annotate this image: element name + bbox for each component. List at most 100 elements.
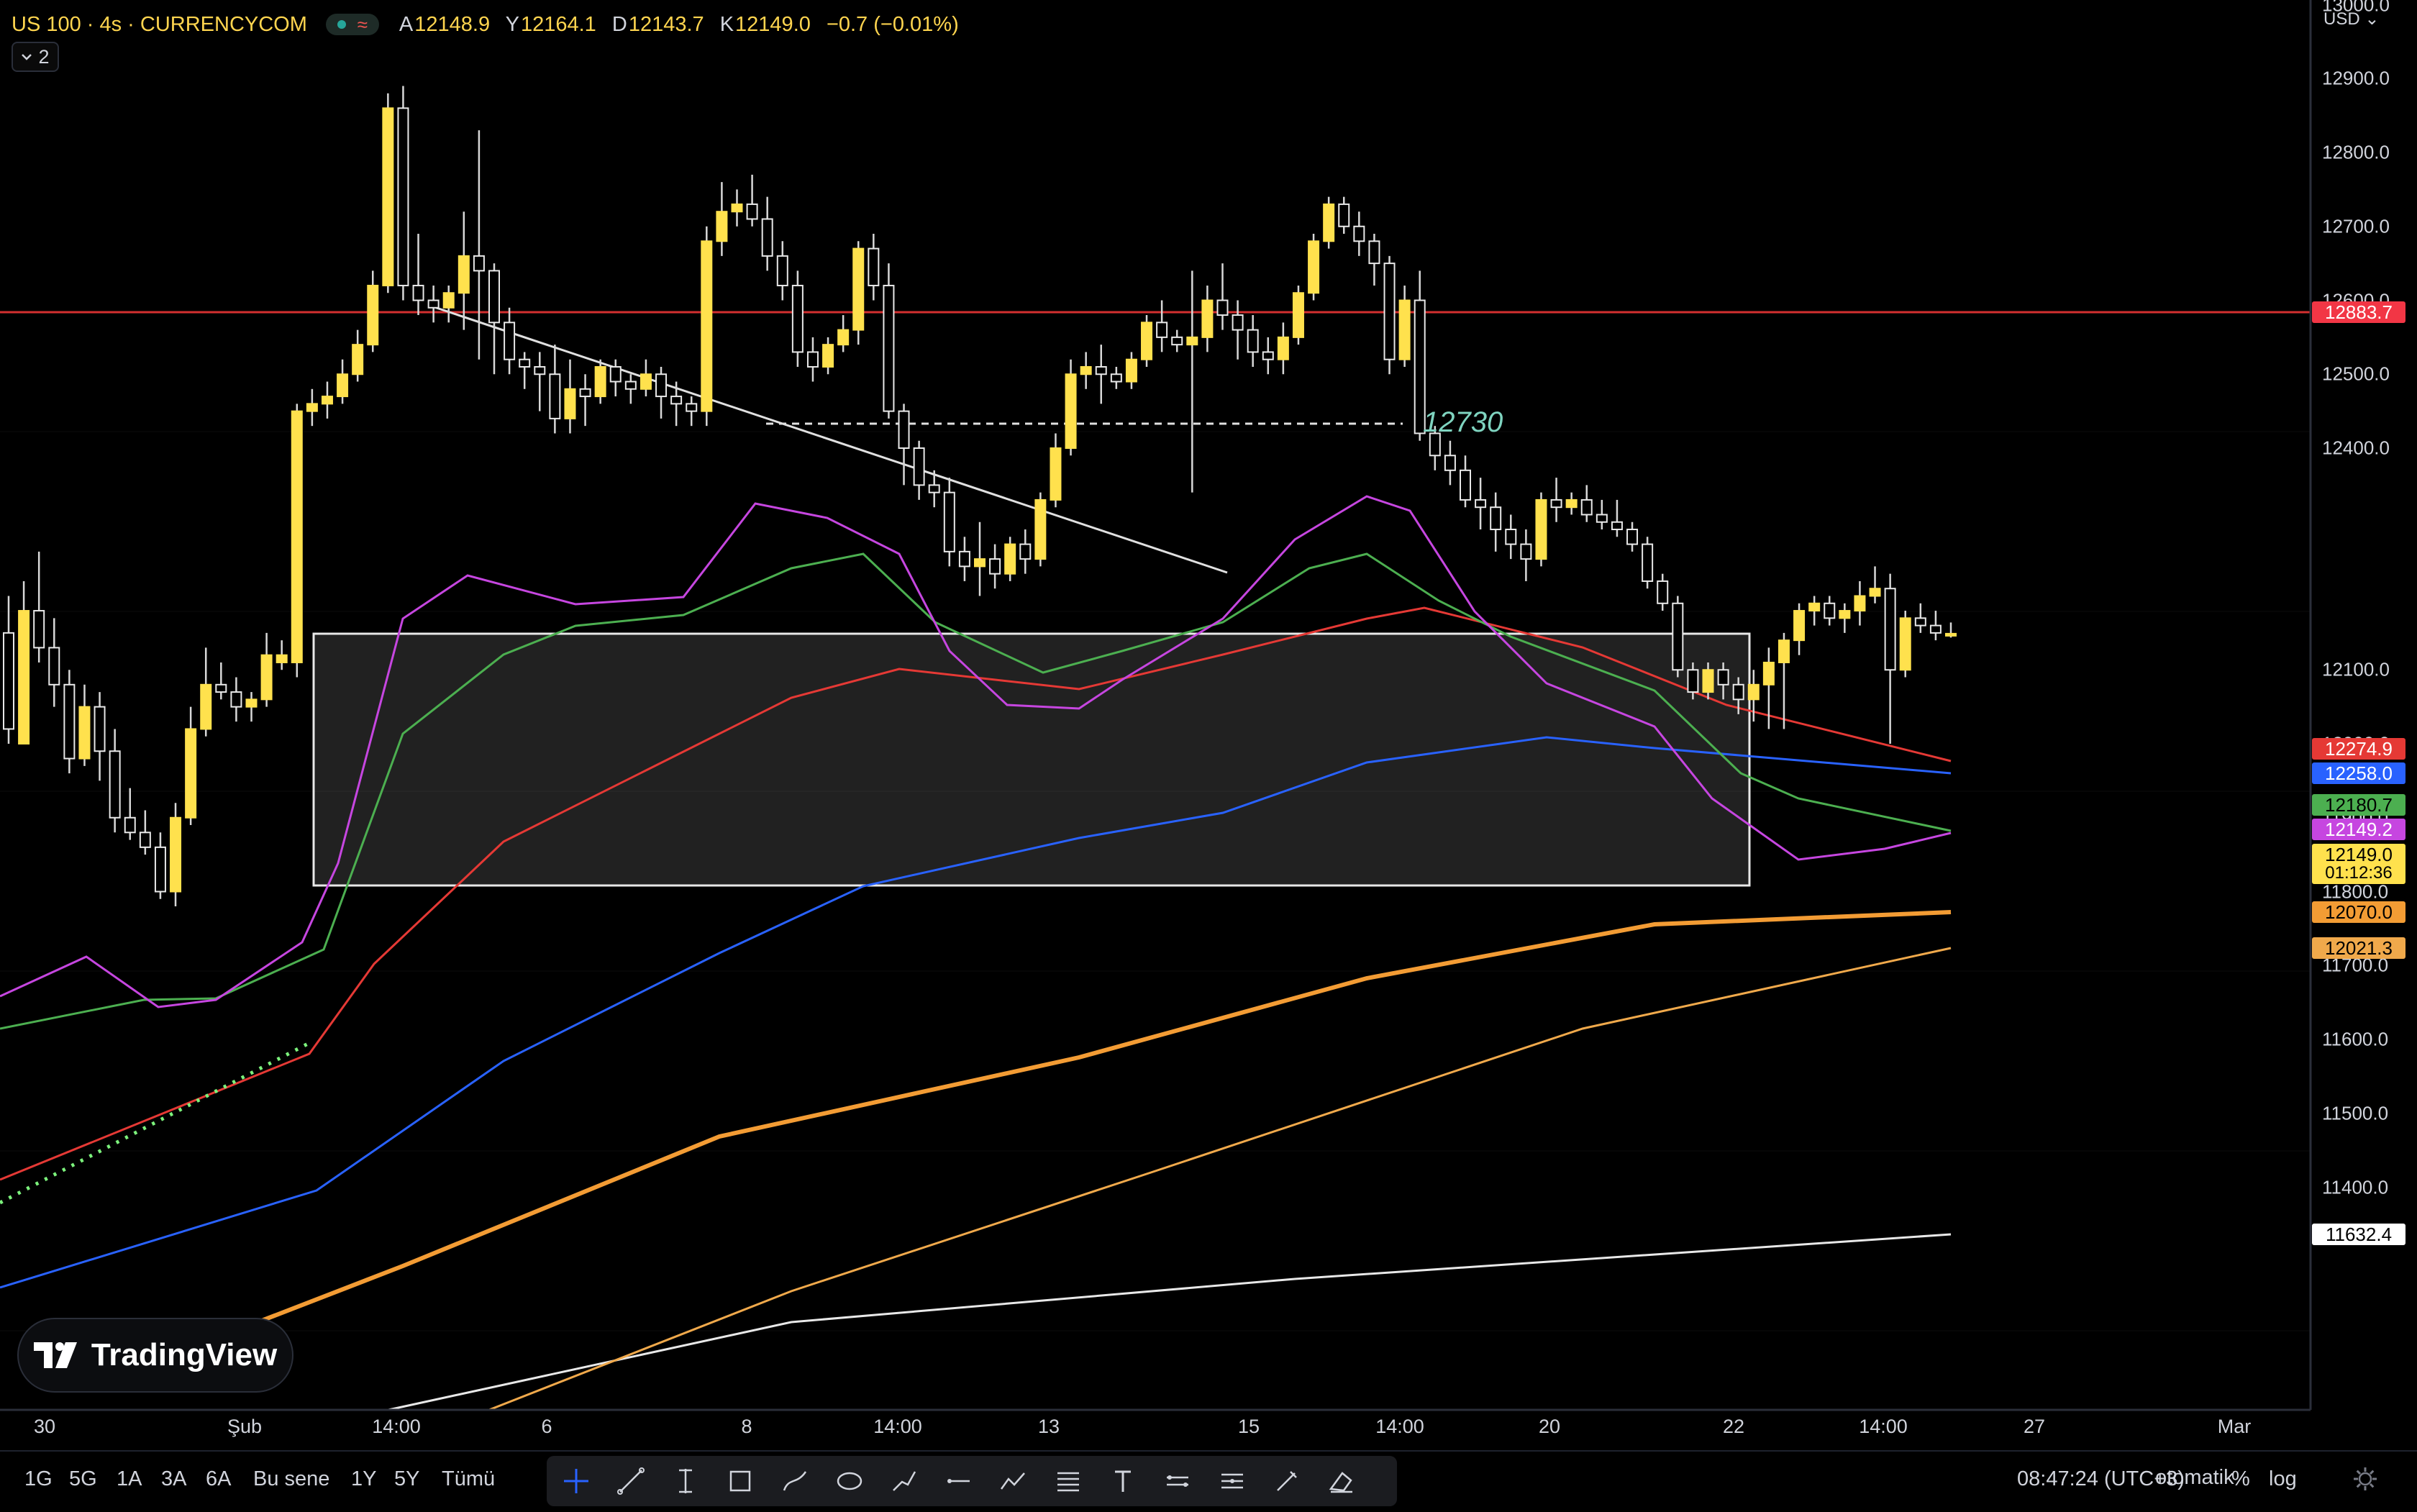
drawing-toolbar xyxy=(547,1456,1397,1506)
candle xyxy=(534,352,546,411)
horizontal-ray-tool-button[interactable] xyxy=(941,1463,977,1499)
price-tag: 12180.7 xyxy=(2312,794,2405,816)
candle xyxy=(1383,255,1396,375)
period-button[interactable]: 6A xyxy=(206,1467,231,1491)
text-icon xyxy=(1115,1470,1131,1492)
candle xyxy=(352,329,364,382)
price-tag: 12149.0 01:12:36 xyxy=(2312,844,2405,884)
support-dotted-line[interactable] xyxy=(0,1041,311,1205)
gear-icon[interactable] xyxy=(2351,1465,2380,1493)
candle xyxy=(1854,580,1866,626)
candle xyxy=(1869,566,1881,604)
price-tick-label: 11500.0 xyxy=(2322,1102,2389,1124)
candle xyxy=(579,374,591,427)
ma-white-line[interactable] xyxy=(388,1233,1952,1411)
vertical-line-tool-button[interactable] xyxy=(668,1463,704,1499)
candle xyxy=(78,684,91,766)
eraser-tool-button[interactable] xyxy=(1324,1463,1360,1499)
candle xyxy=(1793,603,1806,655)
price-tag: 11632.4 xyxy=(2312,1224,2405,1245)
candle xyxy=(1110,366,1122,389)
time-tick-label: 30 xyxy=(33,1416,56,1437)
high-value: 12164.1 xyxy=(520,12,596,36)
candle xyxy=(1004,537,1016,581)
brush-tool-button[interactable] xyxy=(777,1463,813,1499)
period-button[interactable]: Bu sene xyxy=(253,1467,329,1491)
pen-tool-button[interactable] xyxy=(1269,1463,1305,1499)
price-tick-label: 11400.0 xyxy=(2322,1176,2389,1198)
candle xyxy=(33,551,45,662)
period-button[interactable]: 5G xyxy=(69,1467,97,1491)
candle xyxy=(806,337,819,382)
price-annotation[interactable]: 12730 xyxy=(1423,406,1503,439)
indicator-collapse-button[interactable]: 2 xyxy=(12,42,59,72)
candle xyxy=(412,234,424,316)
candle xyxy=(1232,300,1244,360)
time-tick-label: 14:00 xyxy=(873,1416,922,1437)
time-tick-label: 22 xyxy=(1722,1416,1745,1437)
candle xyxy=(883,263,895,419)
candle xyxy=(1460,455,1471,508)
price-tick-label: 12100.0 xyxy=(2322,658,2390,680)
candle xyxy=(686,396,698,427)
candle xyxy=(3,596,14,744)
crosshair-tool-button[interactable] xyxy=(558,1463,594,1499)
time-tick-label: 13 xyxy=(1037,1416,1060,1437)
candle xyxy=(1019,529,1032,574)
rectangle-tool-button[interactable] xyxy=(722,1463,758,1499)
candle xyxy=(549,345,561,434)
candle xyxy=(63,670,76,774)
price-tick-label: 12800.0 xyxy=(2322,141,2390,163)
candle xyxy=(1611,499,1623,537)
price-tick-label: 12400.0 xyxy=(2322,437,2390,459)
period-button[interactable]: Tümü xyxy=(442,1467,495,1491)
time-tick-label: Mar xyxy=(2217,1416,2252,1437)
fib-retracement-tool-button[interactable] xyxy=(1050,1463,1086,1499)
polyline-tool-button[interactable] xyxy=(996,1463,1032,1499)
path-tool-button[interactable] xyxy=(886,1463,922,1499)
tradingview-logo[interactable]: TradingView xyxy=(17,1318,293,1393)
auto-scale-toggle[interactable]: otomatik xyxy=(2155,1466,2234,1490)
candle xyxy=(94,692,106,781)
period-button[interactable]: 5Y xyxy=(394,1467,419,1491)
parallel-channel-tool-button[interactable] xyxy=(1160,1463,1196,1499)
period-button[interactable]: 3A xyxy=(161,1467,186,1491)
candle xyxy=(215,662,227,700)
close-value: 12149.0 xyxy=(735,12,811,36)
price-tick-label: 11600.0 xyxy=(2322,1028,2389,1050)
pitchfork-tool-button[interactable] xyxy=(1214,1463,1250,1499)
candle xyxy=(154,832,166,899)
candle xyxy=(321,381,333,419)
trend-line-tool-button[interactable] xyxy=(613,1463,649,1499)
crosshair-icon xyxy=(564,1469,588,1493)
bar-countdown: 01:12:36 xyxy=(2325,863,2393,883)
candle xyxy=(761,196,773,271)
symbol-title[interactable]: US 100 · 4s · CURRENCYCOM xyxy=(12,13,307,37)
price-tick-label: 12900.0 xyxy=(2322,67,2390,89)
price-tag: 12021.3 xyxy=(2312,937,2405,959)
market-status-pill[interactable]: ≈ xyxy=(325,14,379,35)
candle xyxy=(519,352,531,389)
bottom-toolbar: 1G 5G 1A 3A 6A Bu sene 1Y 5Y Tümü 08:47:24 (UTC+… xyxy=(0,1450,2417,1512)
period-button[interactable]: 1Y xyxy=(351,1467,376,1491)
market-open-dot-icon xyxy=(337,20,346,29)
candle xyxy=(1444,440,1456,486)
log-toggle[interactable]: log xyxy=(2269,1467,2297,1491)
open-value: 12148.9 xyxy=(414,12,491,36)
candle xyxy=(1216,263,1229,330)
ellipse-tool-button[interactable] xyxy=(832,1463,868,1499)
period-button[interactable]: 1G xyxy=(24,1467,53,1491)
candle xyxy=(898,404,910,486)
candle xyxy=(1050,433,1062,508)
trend-line-icon xyxy=(617,1467,645,1495)
candle xyxy=(260,632,273,707)
candle xyxy=(1065,359,1077,456)
text-tool-button[interactable] xyxy=(1105,1463,1141,1499)
candle xyxy=(1626,522,1639,552)
candle xyxy=(609,359,622,397)
period-button[interactable]: 1A xyxy=(117,1467,142,1491)
candle xyxy=(1672,596,1684,678)
price-chart[interactable] xyxy=(0,0,2417,1450)
ma-orange-thick-line[interactable] xyxy=(178,910,1952,1354)
candle xyxy=(1824,596,1836,626)
